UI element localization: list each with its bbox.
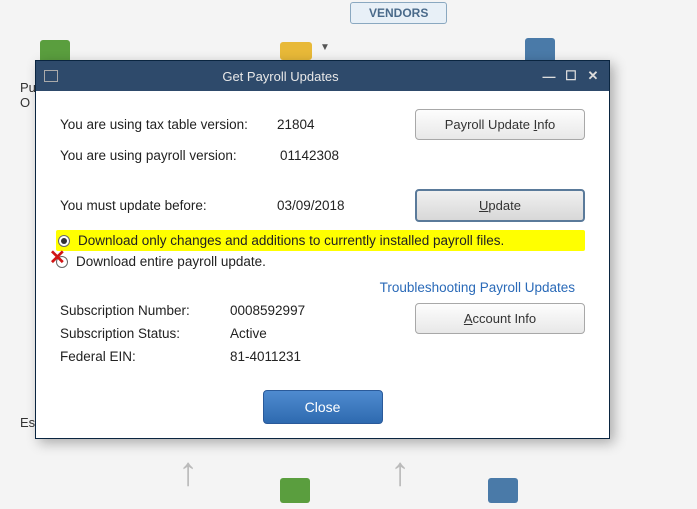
ledger-icon (280, 478, 310, 503)
bg-label: Es (20, 415, 35, 430)
tax-version-value: 21804 (277, 117, 415, 132)
bg-label: O (20, 95, 30, 110)
payroll-version-label: You are using payroll version: (60, 148, 280, 163)
vendors-tab[interactable]: VENDORS (350, 2, 447, 24)
payroll-update-info-button[interactable]: Payroll Update Info (415, 109, 585, 140)
dialog-title: Get Payroll Updates (66, 69, 535, 84)
system-menu-icon[interactable] (44, 70, 58, 82)
bg-label: Pu (20, 80, 36, 95)
radio-label: Download only changes and additions to c… (78, 233, 504, 248)
subscription-number-value: 0008592997 (230, 303, 415, 318)
close-button[interactable]: Close (263, 390, 383, 424)
federal-ein-value: 81-4011231 (230, 349, 415, 364)
payroll-updates-dialog: Get Payroll Updates — ☐ ✕ You are using … (35, 60, 610, 439)
radio-icon (56, 256, 68, 268)
maximize-button[interactable]: ☐ (563, 68, 579, 84)
subscription-status-label: Subscription Status: (60, 326, 230, 341)
radio-download-changes[interactable]: Download only changes and additions to c… (56, 230, 585, 251)
subscription-number-label: Subscription Number: (60, 303, 230, 318)
chevron-down-icon[interactable]: ▼ (320, 42, 330, 53)
titlebar: Get Payroll Updates — ☐ ✕ (36, 61, 609, 91)
must-update-value: 03/09/2018 (277, 198, 415, 213)
radio-icon (58, 235, 70, 247)
subscription-status-value: Active (230, 326, 415, 341)
payroll-version-value: 01142308 (280, 148, 420, 163)
minimize-button[interactable]: — (541, 69, 557, 84)
troubleshooting-link[interactable]: Troubleshooting Payroll Updates (380, 280, 575, 295)
printer-icon (488, 478, 518, 503)
truck-icon (280, 42, 312, 60)
flow-arrow-icon: ↑ (178, 450, 198, 495)
flow-arrow-icon: ↑ (390, 450, 410, 495)
federal-ein-label: Federal EIN: (60, 349, 230, 364)
account-info-button[interactable]: Account Info (415, 303, 585, 334)
tax-version-label: You are using tax table version: (60, 117, 277, 132)
radio-download-entire[interactable]: Download entire payroll update. (56, 251, 585, 272)
radio-label: Download entire payroll update. (76, 254, 266, 269)
close-x-button[interactable]: ✕ (585, 68, 601, 84)
update-button[interactable]: Update (415, 189, 585, 222)
must-update-label: You must update before: (60, 198, 277, 213)
